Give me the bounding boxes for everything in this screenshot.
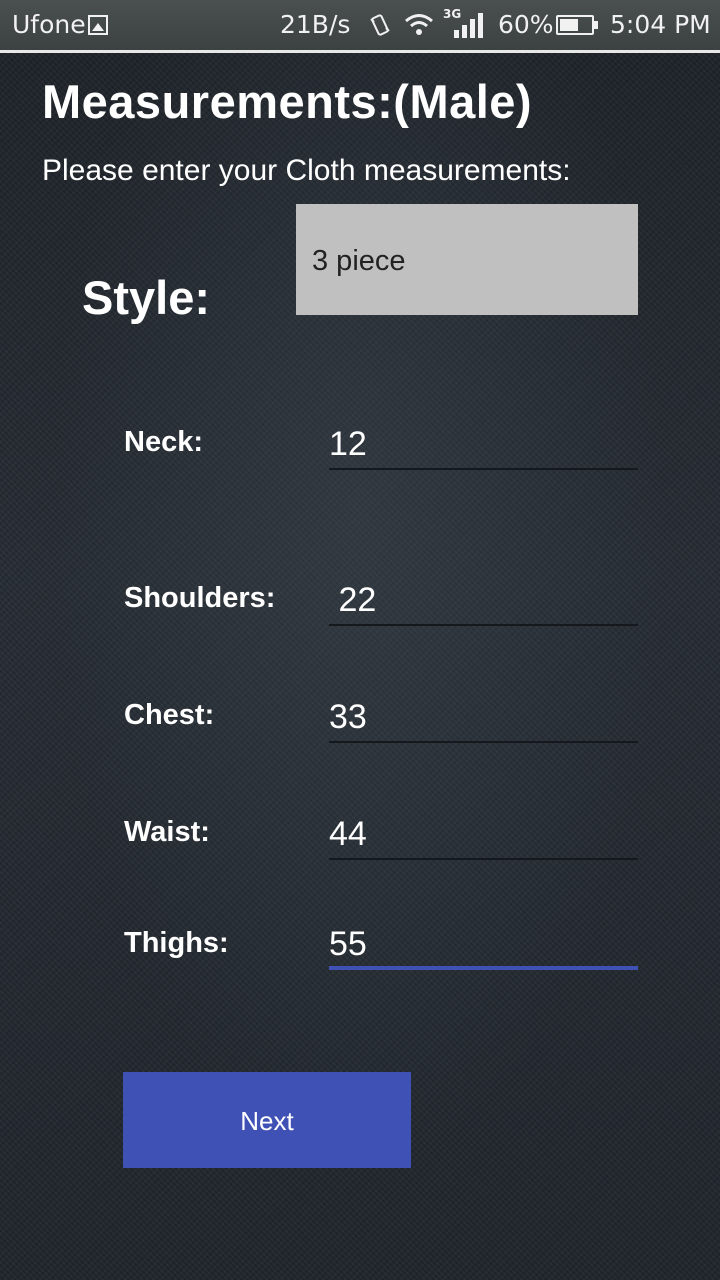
vibrate-icon: [370, 14, 390, 36]
carrier-name: Ufone: [12, 10, 86, 39]
clock: 5:04 PM: [610, 10, 711, 39]
image-notification-icon: [88, 15, 108, 35]
neck-input[interactable]: 12: [329, 422, 638, 470]
signal-strength-icon: [454, 13, 483, 38]
page-subtitle: Please enter your Cloth measurements:: [42, 154, 571, 187]
style-select[interactable]: 3 piece: [296, 204, 638, 315]
status-bar: Ufone 21B/s 3G 60% 5:04 PM: [0, 0, 720, 53]
neck-label: Neck:: [124, 426, 203, 458]
network-speed: 21B/s: [280, 10, 351, 39]
style-label: Style:: [82, 271, 210, 324]
shoulders-input[interactable]: 22: [329, 578, 638, 626]
battery-percent: 60%: [498, 10, 554, 39]
waist-label: Waist:: [124, 816, 210, 848]
page-title: Measurements:(Male): [42, 75, 533, 128]
chest-input[interactable]: 33: [329, 695, 638, 743]
chest-label: Chest:: [124, 699, 215, 731]
shoulders-label: Shoulders:: [124, 582, 276, 614]
battery-icon: [556, 15, 598, 35]
thighs-input[interactable]: 55: [329, 922, 638, 970]
wifi-icon: [405, 14, 433, 35]
thighs-label: Thighs:: [124, 927, 229, 959]
next-button[interactable]: Next: [123, 1072, 411, 1168]
waist-input[interactable]: 44: [329, 812, 638, 860]
battery-fill: [560, 19, 578, 31]
